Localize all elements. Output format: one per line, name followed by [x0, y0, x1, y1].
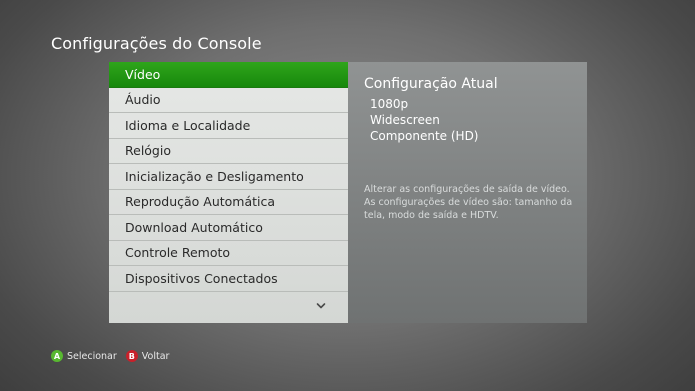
menu-item-label: Controle Remoto — [125, 245, 231, 261]
settings-menu: Vídeo Áudio Idioma e Localidade Relógio … — [109, 62, 348, 323]
menu-item-startup-shutdown[interactable]: Inicialização e Desligamento — [109, 164, 348, 190]
select-hint[interactable]: A Selecionar — [51, 350, 117, 362]
menu-item-label: Relógio — [125, 143, 171, 159]
menu-item-label: Download Automático — [125, 219, 263, 235]
menu-item-language-locale[interactable]: Idioma e Localidade — [109, 113, 348, 139]
menu-item-video[interactable]: Vídeo — [109, 62, 348, 88]
chevron-down-icon[interactable] — [316, 302, 326, 310]
info-value-resolution: 1080p — [370, 97, 409, 111]
info-value-aspect: Widescreen — [370, 113, 440, 127]
page-title: Configurações do Console — [51, 34, 262, 53]
menu-item-remote-control[interactable]: Controle Remoto — [109, 241, 348, 266]
menu-item-label: Inicialização e Desligamento — [125, 168, 304, 184]
button-hints: A Selecionar B Voltar — [51, 350, 178, 362]
select-label: Selecionar — [67, 350, 117, 362]
a-button-icon: A — [51, 350, 63, 362]
menu-item-label: Idioma e Localidade — [125, 117, 251, 133]
menu-item-audio[interactable]: Áudio — [109, 88, 348, 113]
menu-item-autoplay[interactable]: Reprodução Automática — [109, 190, 348, 215]
menu-item-label: Vídeo — [125, 66, 161, 82]
menu-item-label: Áudio — [125, 92, 161, 108]
menu-item-label: Reprodução Automática — [125, 194, 276, 210]
info-panel: Configuração Atual 1080p Widescreen Comp… — [348, 62, 587, 323]
menu-item-label: Dispositivos Conectados — [125, 270, 278, 286]
menu-scroll-more[interactable] — [109, 292, 348, 320]
menu-item-auto-download[interactable]: Download Automático — [109, 215, 348, 241]
menu-item-connected-devices[interactable]: Dispositivos Conectados — [109, 266, 348, 292]
info-description: Alterar as configurações de saída de víd… — [364, 184, 573, 221]
info-value-output: Componente (HD) — [370, 129, 479, 143]
info-title: Configuração Atual — [364, 76, 498, 92]
back-label: Voltar — [141, 350, 170, 362]
back-hint[interactable]: B Voltar — [125, 350, 170, 362]
menu-item-clock[interactable]: Relógio — [109, 139, 348, 164]
b-button-icon: B — [125, 350, 138, 362]
